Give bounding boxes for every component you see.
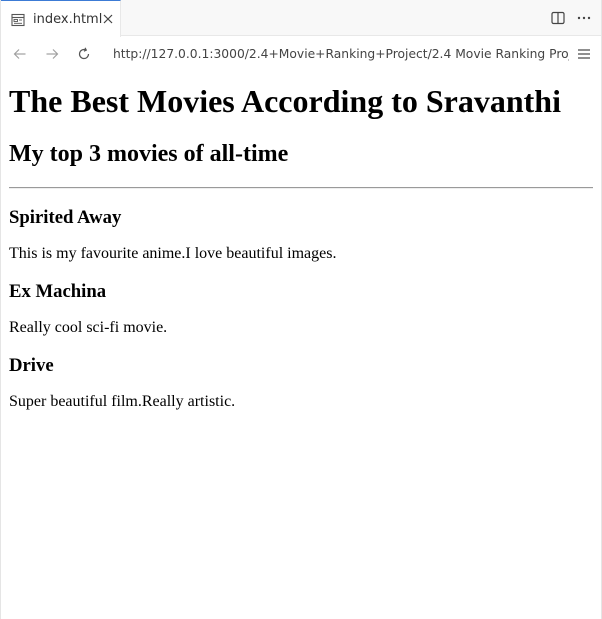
- tab-actions: [549, 0, 593, 36]
- split-editor-icon[interactable]: [549, 9, 567, 27]
- arrow-left-icon[interactable]: [7, 41, 33, 67]
- page-subtitle: My top 3 movies of all-time: [9, 141, 289, 167]
- tab-label: index.html: [33, 11, 103, 27]
- movie-title: Spirited Away: [9, 207, 122, 228]
- more-actions-icon[interactable]: [575, 9, 593, 27]
- movie-title: Ex Machina: [9, 281, 107, 302]
- reload-icon[interactable]: [71, 41, 97, 67]
- page-title: The Best Movies According to Sravanthi: [9, 83, 561, 119]
- arrow-right-icon[interactable]: [39, 41, 65, 67]
- movie-description: This is my favourite anime.I love beauti…: [9, 245, 337, 262]
- url-text: http://127.0.0.1:3000/2.4+Movie+Ranking+…: [113, 47, 569, 61]
- movie-title: Drive: [9, 355, 54, 376]
- browser-preview-window: index.html http://127.0.0.1:3000/2.4+Mov…: [0, 0, 602, 619]
- movie-description: Super beautiful film.Really artistic.: [9, 393, 236, 410]
- url-bar[interactable]: http://127.0.0.1:3000/2.4+Movie+Ranking+…: [103, 41, 569, 67]
- movie-description: Really cool sci-fi movie.: [9, 319, 168, 336]
- close-icon[interactable]: [102, 12, 114, 26]
- tab-bar: index.html: [1, 0, 601, 37]
- divider: [9, 187, 593, 189]
- menu-icon[interactable]: [573, 43, 595, 65]
- navigation-bar: http://127.0.0.1:3000/2.4+Movie+Ranking+…: [1, 36, 601, 72]
- preview-icon: [11, 12, 25, 27]
- tab-index-html[interactable]: index.html: [1, 0, 121, 37]
- page-content: The Best Movies According to Sravanthi M…: [1, 83, 601, 411]
